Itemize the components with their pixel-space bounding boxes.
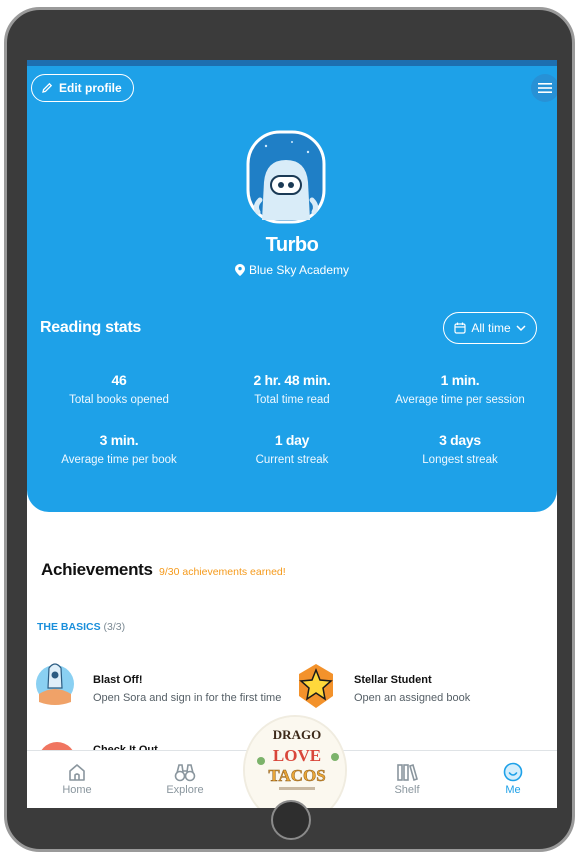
stat-value: 1 day xyxy=(274,432,310,448)
achievement-name: Stellar Student xyxy=(354,674,432,686)
section-name: THE BASICS xyxy=(37,621,101,633)
school-row: Blue Sky Academy xyxy=(27,263,557,277)
stat-total-time: 2 hr. 48 min. Total time read xyxy=(204,372,380,406)
tab-label: Me xyxy=(505,784,521,796)
hamburger-icon xyxy=(538,83,552,93)
location-pin-icon xyxy=(234,264,245,276)
stat-value: 3 days xyxy=(439,432,481,448)
current-book-cover[interactable]: DRAGO LOVE TACOS xyxy=(243,715,347,808)
calendar-icon xyxy=(454,322,466,334)
binoculars-icon xyxy=(174,764,196,782)
achievements-earned: 9/30 achievements earned! xyxy=(159,566,286,578)
reading-stats-title: Reading stats xyxy=(40,319,142,336)
stat-label: Average time per session xyxy=(395,394,525,406)
star-badge-icon[interactable] xyxy=(296,662,336,710)
stat-label: Longest streak xyxy=(422,454,498,466)
tab-explore[interactable]: Explore xyxy=(145,751,225,808)
time-filter-label: All time xyxy=(471,321,511,335)
book-title-line1: LOVE xyxy=(273,746,321,765)
school-name: Blue Sky Academy xyxy=(248,263,350,277)
tab-home[interactable]: Home xyxy=(37,751,117,808)
pencil-icon xyxy=(42,82,53,93)
stat-value: 3 min. xyxy=(99,432,139,448)
achievement-name: Blast Off! xyxy=(93,674,143,686)
achievement-desc: Open Sora and sign in for the first time xyxy=(93,692,282,704)
stat-current-streak: 1 day Current streak xyxy=(204,432,380,466)
book-cover-art: DRAGO LOVE TACOS xyxy=(245,717,345,808)
menu-button[interactable] xyxy=(531,74,557,102)
profile-name: Turbo xyxy=(265,234,319,256)
stat-label: Total time read xyxy=(254,394,330,406)
time-filter-dropdown[interactable]: All time xyxy=(443,312,537,344)
rocket-badge-icon[interactable] xyxy=(35,658,75,706)
app-screen: Edit profile Turbo Blue Sky Academy Read… xyxy=(27,60,557,808)
section-the-basics[interactable]: THE BASICS (3/3) xyxy=(37,621,125,633)
stat-total-books: 46 Total books opened xyxy=(31,372,207,406)
edit-profile-button[interactable]: Edit profile xyxy=(31,74,134,102)
book-title-line2: TACOS xyxy=(268,766,325,785)
tab-me[interactable]: Me xyxy=(473,751,553,808)
stat-label: Average time per book xyxy=(61,454,177,466)
home-icon xyxy=(69,764,85,781)
edit-profile-label: Edit profile xyxy=(59,81,122,95)
device-home-button[interactable] xyxy=(271,800,311,840)
shelf-books-icon xyxy=(397,763,418,782)
stat-value: 2 hr. 48 min. xyxy=(253,372,331,388)
stat-longest-streak: 3 days Longest streak xyxy=(372,432,548,466)
tab-label: Shelf xyxy=(394,784,420,796)
stat-avg-book: 3 min. Average time per book xyxy=(31,432,207,466)
tab-label: Home xyxy=(62,784,92,796)
stat-label: Total books opened xyxy=(69,394,169,406)
stat-avg-session: 1 min. Average time per session xyxy=(372,372,548,406)
achievements-title: Achievements xyxy=(41,560,153,579)
smiley-face-icon xyxy=(503,762,523,782)
avatar[interactable] xyxy=(246,130,326,224)
chevron-down-icon xyxy=(516,325,526,332)
section-count: (3/3) xyxy=(103,621,126,633)
profile-header: Edit profile Turbo Blue Sky Academy Read… xyxy=(27,66,557,512)
achievement-desc: Open an assigned book xyxy=(354,692,471,704)
stat-label: Current streak xyxy=(255,454,329,466)
stat-value: 46 xyxy=(111,372,127,388)
book-top-text: DRAGO xyxy=(273,727,321,742)
tab-label: Explore xyxy=(166,784,204,796)
stat-value: 1 min. xyxy=(440,372,480,388)
tab-shelf[interactable]: Shelf xyxy=(367,751,447,808)
